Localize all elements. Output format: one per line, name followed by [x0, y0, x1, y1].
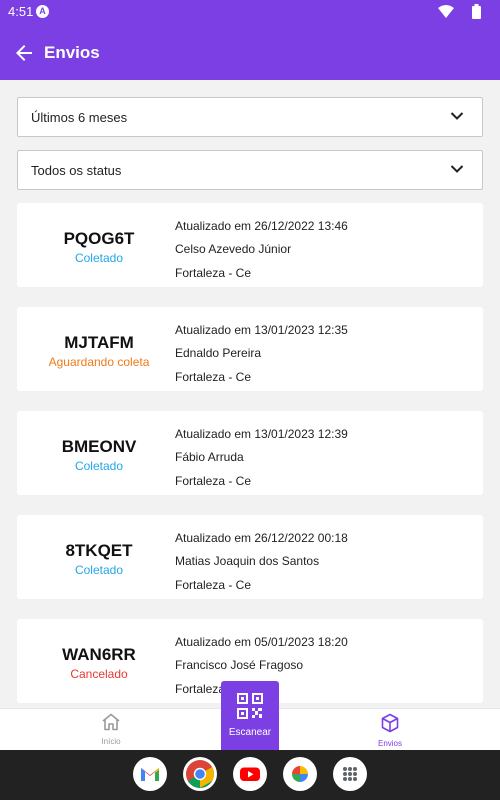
shipment-updated: Atualizado em 05/01/2023 18:20	[175, 635, 348, 649]
shipment-updated: Atualizado em 13/01/2023 12:39	[175, 427, 348, 441]
period-filter-value: Últimos 6 meses	[31, 110, 128, 125]
app-bar: Envios	[0, 26, 500, 80]
app-drawer-icon[interactable]	[333, 757, 367, 791]
period-filter-select[interactable]: Últimos 6 meses	[17, 97, 483, 137]
shipment-card[interactable]: PQOG6T Coletado Atualizado em 26/12/2022…	[17, 203, 483, 287]
status-filter-select[interactable]: Todos os status	[17, 150, 483, 190]
shipment-status: Coletado	[74, 563, 124, 577]
shipment-code: BMEONV	[61, 437, 137, 456]
notification-badge-icon: A	[36, 5, 49, 18]
shipment-city: Fortaleza - Ce	[175, 370, 252, 384]
shipment-recipient: Fábio Arruda	[175, 450, 244, 464]
shipment-status: Cancelado	[70, 667, 128, 681]
qr-code-icon	[237, 693, 263, 719]
shipment-recipient: Celso Azevedo Júnior	[175, 242, 292, 256]
shipment-city: Fortaleza - Ce	[175, 474, 252, 488]
shipment-status: Coletado	[74, 251, 124, 265]
shipment-updated: Atualizado em 13/01/2023 12:35	[175, 323, 348, 337]
shipment-code: WAN6RR	[62, 645, 136, 664]
scan-label: Escanear	[228, 727, 272, 738]
shipment-city: Fortaleza - Ce	[175, 266, 252, 280]
package-icon	[381, 713, 399, 733]
nav-envios[interactable]: Envios	[360, 713, 420, 748]
status-bar: 4:51 A	[0, 0, 500, 26]
shipment-city: Fortaleza - Ce	[175, 578, 252, 592]
nav-home[interactable]: Início	[81, 713, 141, 746]
shipment-status: Aguardando coleta	[48, 355, 150, 369]
scan-button[interactable]: Escanear	[221, 681, 279, 750]
nav-envios-label: Envios	[377, 739, 402, 748]
shipment-card[interactable]: MJTAFM Aguardando coleta Atualizado em 1…	[17, 307, 483, 391]
nav-home-label: Início	[101, 737, 121, 746]
shipment-card[interactable]: BMEONV Coletado Atualizado em 13/01/2023…	[17, 411, 483, 495]
chevron-down-icon	[450, 165, 464, 173]
shipment-card[interactable]: 8TKQET Coletado Atualizado em 26/12/2022…	[17, 515, 483, 599]
shipment-updated: Atualizado em 26/12/2022 13:46	[175, 219, 348, 233]
shipment-updated: Atualizado em 26/12/2022 00:18	[175, 531, 348, 545]
shipment-recipient: Ednaldo Pereira	[175, 346, 262, 360]
youtube-icon[interactable]	[233, 757, 267, 791]
status-time: 4:51	[8, 4, 34, 19]
shipment-recipient: Francisco José Fragoso	[175, 658, 304, 672]
shipment-status: Coletado	[74, 459, 124, 473]
shipment-code: MJTAFM	[64, 333, 134, 352]
shipment-recipient: Matias Joaquin dos Santos	[175, 554, 320, 568]
photos-icon[interactable]	[283, 757, 317, 791]
status-filter-value: Todos os status	[31, 163, 122, 178]
shipment-code: 8TKQET	[65, 541, 133, 560]
page-title: Envios	[44, 43, 100, 62]
battery-icon	[472, 4, 481, 19]
chrome-icon[interactable]	[183, 757, 217, 791]
shipment-code: PQOG6T	[63, 229, 135, 248]
home-icon	[102, 713, 120, 731]
chevron-down-icon	[450, 112, 464, 120]
gmail-icon[interactable]	[133, 757, 167, 791]
wifi-icon	[438, 5, 454, 18]
back-arrow-icon[interactable]	[12, 41, 36, 65]
